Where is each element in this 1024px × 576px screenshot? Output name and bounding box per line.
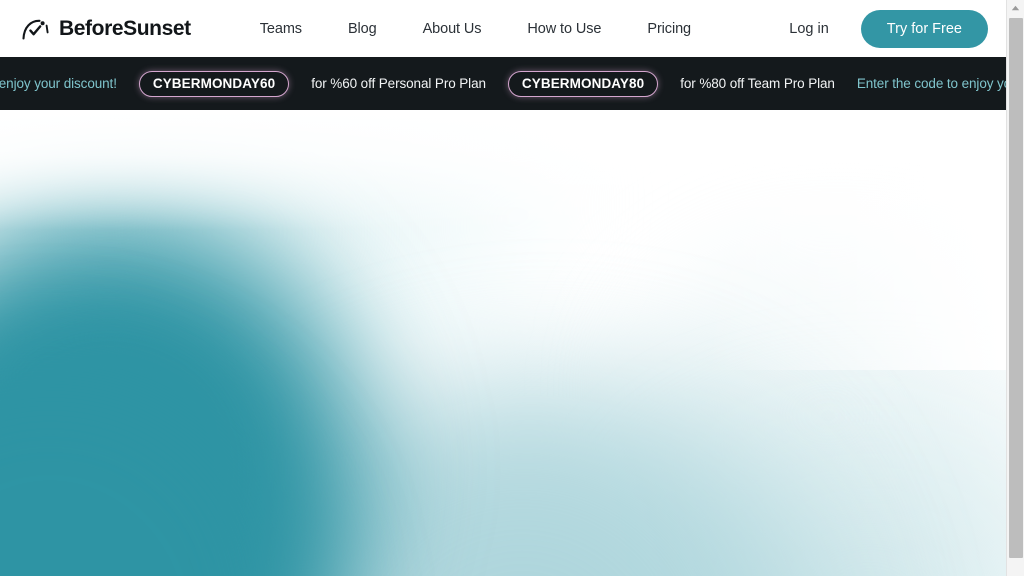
promo-code-badge-1[interactable]: CYBERMONDAY60 <box>138 70 290 97</box>
login-link[interactable]: Log in <box>789 21 829 37</box>
hero-gradient-section <box>0 110 1006 576</box>
arc-check-icon <box>22 18 52 40</box>
nav-item-how-to-use[interactable]: How to Use <box>504 15 624 43</box>
nav-item-teams[interactable]: Teams <box>237 15 325 43</box>
promo-marquee-track: Enter the code to enjoy your discount! C… <box>0 70 1006 97</box>
promo-description-1: for %60 off Personal Pro Plan <box>311 76 486 91</box>
site-header: BeforeSunset Teams Blog About Us How to … <box>0 0 1006 57</box>
promo-code-badge-2[interactable]: CYBERMONDAY80 <box>507 70 659 97</box>
header-actions: Log in Try for Free <box>789 9 988 48</box>
promo-description-2: for %80 off Team Pro Plan <box>680 76 835 91</box>
try-for-free-button[interactable]: Try for Free <box>860 9 988 48</box>
vertical-scrollbar[interactable] <box>1006 0 1024 576</box>
main-navigation: Teams Blog About Us How to Use Pricing <box>237 15 714 43</box>
nav-item-pricing[interactable]: Pricing <box>624 15 714 43</box>
brand-logo[interactable]: BeforeSunset <box>22 17 191 41</box>
promo-lead-message: Enter the code to enjoy your discount! <box>0 76 117 91</box>
nav-item-blog[interactable]: Blog <box>325 15 400 43</box>
scroll-up-button[interactable] <box>1007 0 1024 16</box>
page-viewport: BeforeSunset Teams Blog About Us How to … <box>0 0 1006 576</box>
promo-trailing-message: Enter the code to enjoy your discount! <box>856 76 1006 91</box>
promo-announcement-banner[interactable]: Enter the code to enjoy your discount! C… <box>0 57 1006 110</box>
hero-right-fade <box>706 110 1006 370</box>
brand-name: BeforeSunset <box>59 16 191 40</box>
scrollbar-thumb[interactable] <box>1009 18 1023 558</box>
nav-item-about-us[interactable]: About Us <box>400 15 505 43</box>
chevron-up-icon <box>1011 5 1020 11</box>
